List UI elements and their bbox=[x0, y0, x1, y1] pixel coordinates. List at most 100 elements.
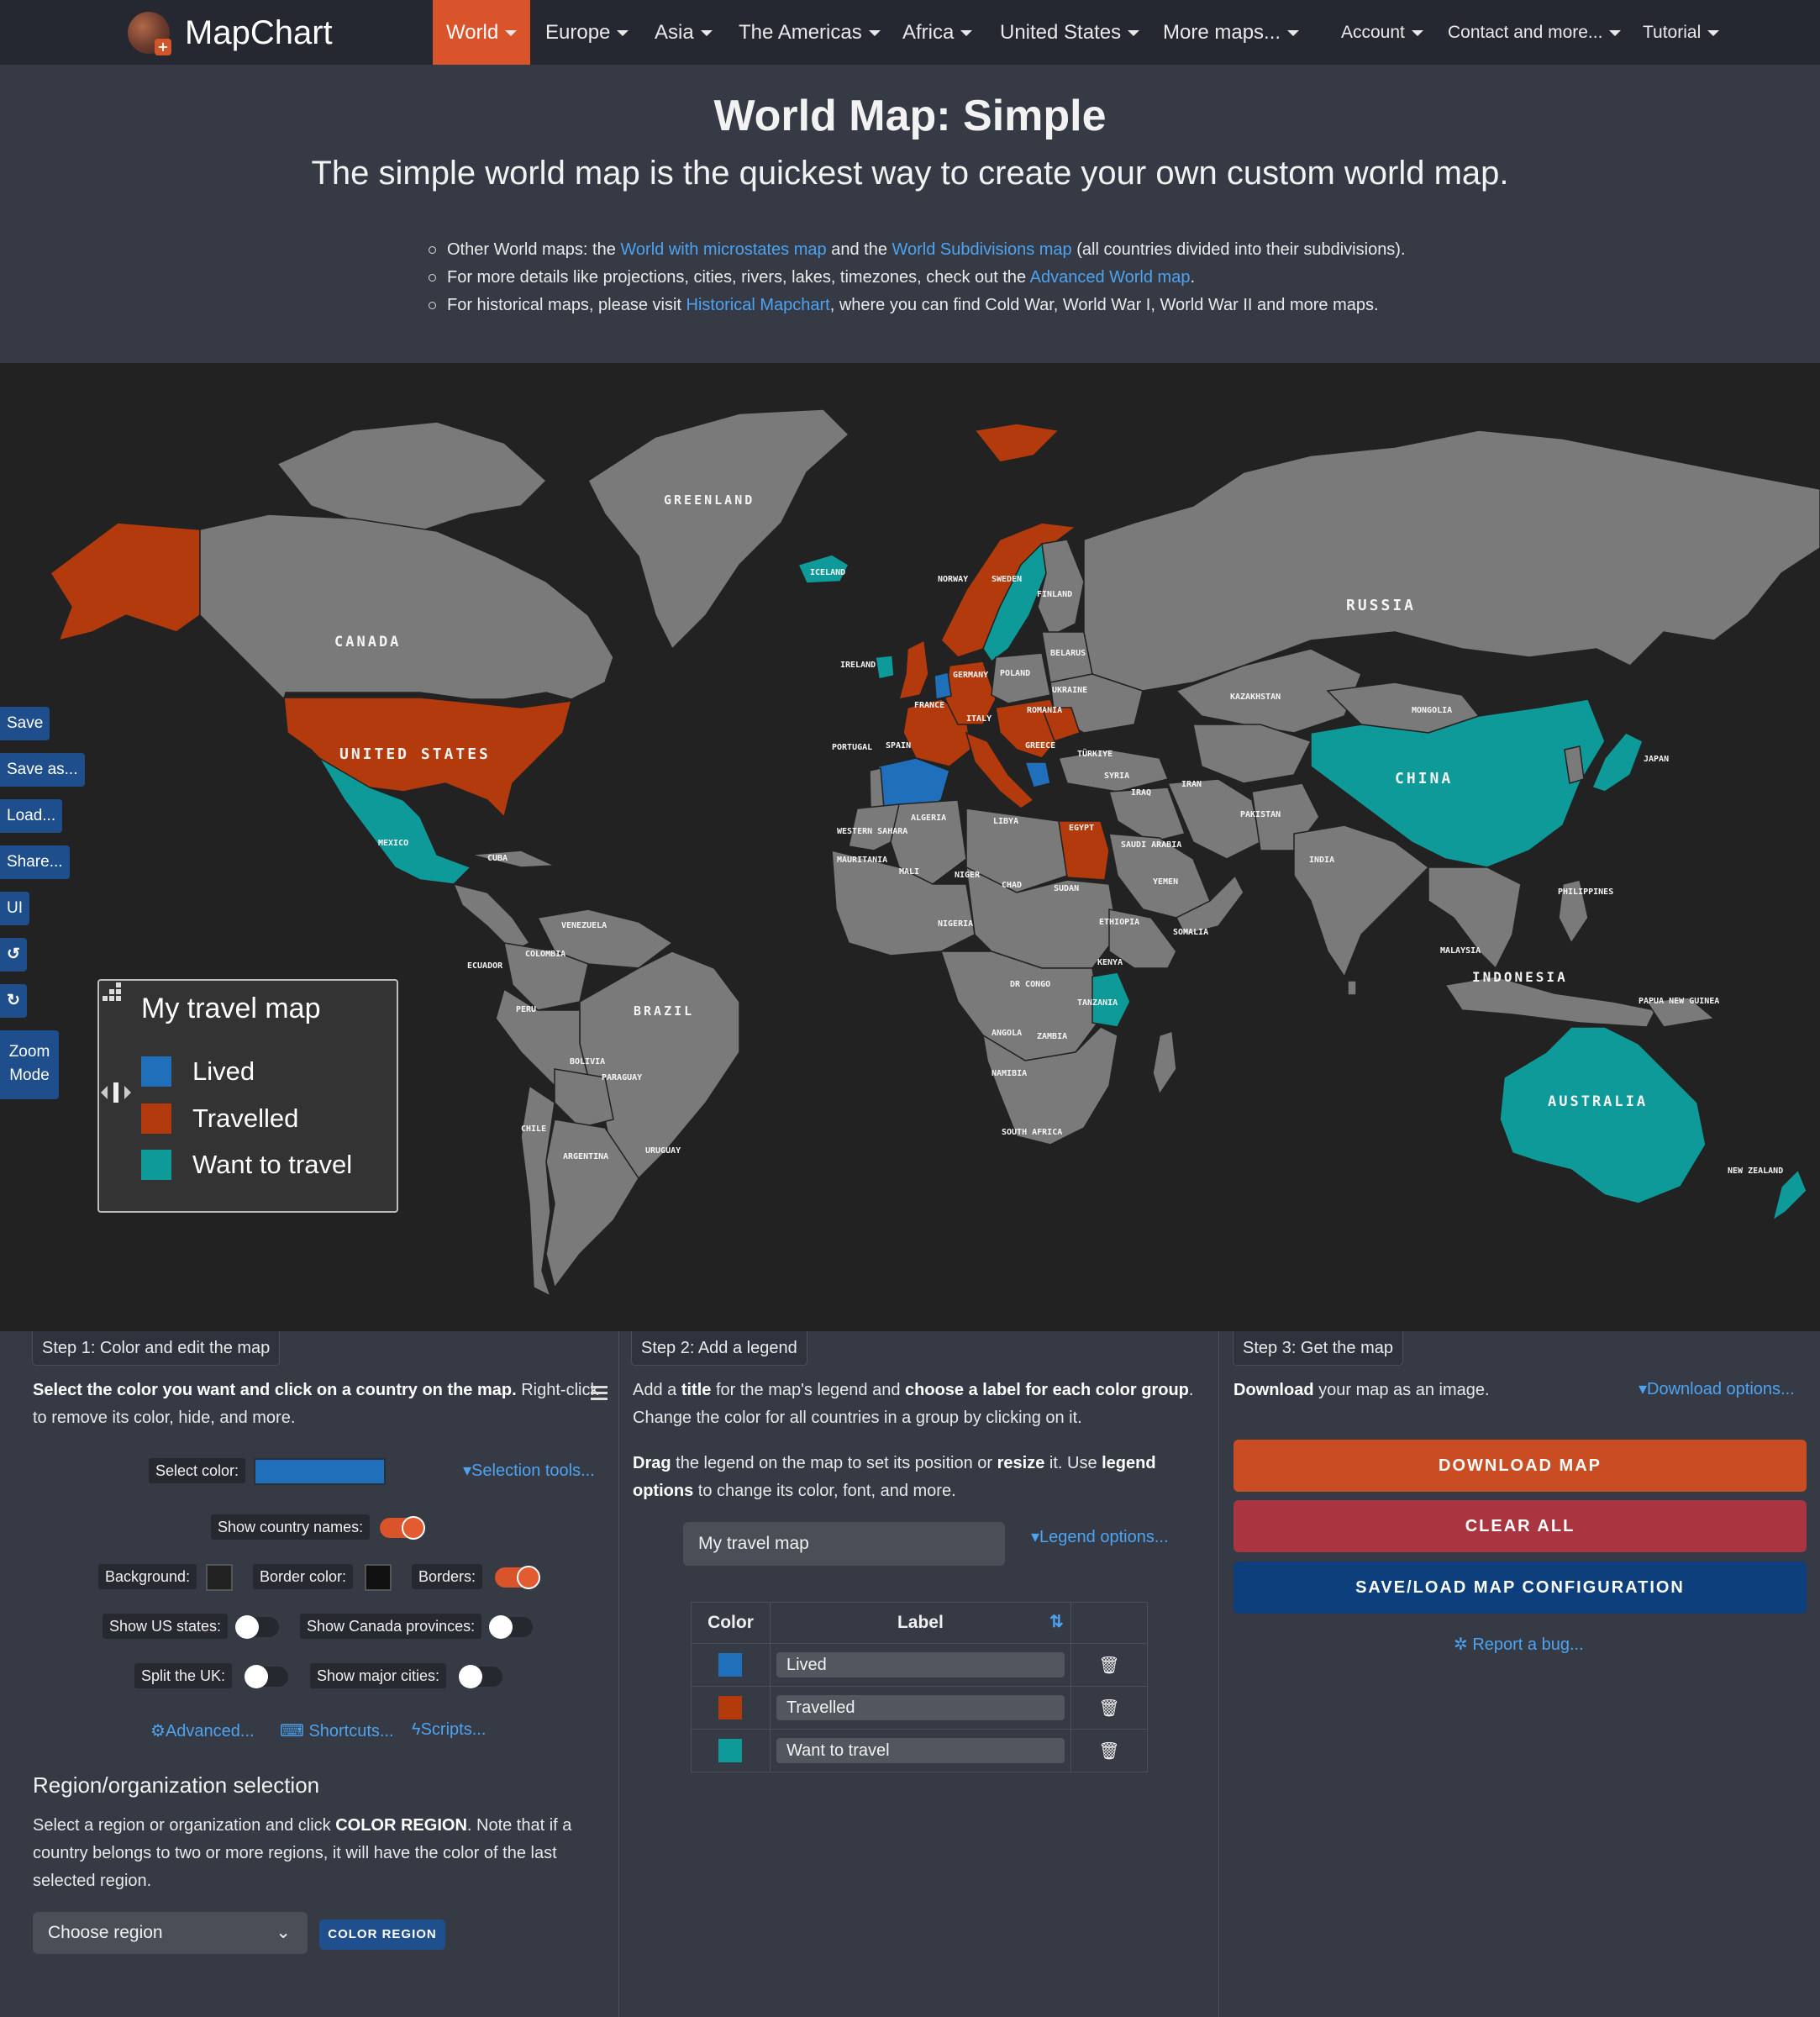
caret-down-icon bbox=[1707, 29, 1720, 36]
nav-africa[interactable]: Africa bbox=[902, 0, 973, 65]
label-italy: ITALY bbox=[966, 714, 992, 724]
nav-united-states[interactable]: United States bbox=[1000, 0, 1140, 65]
caret-down-icon bbox=[700, 30, 713, 37]
brand-logo[interactable]: + MapChart bbox=[128, 10, 333, 55]
nav-tutorial[interactable]: Tutorial bbox=[1643, 0, 1720, 65]
globe-logo-icon: + bbox=[128, 12, 171, 55]
label-tanzania: TANZANIA bbox=[1077, 998, 1118, 1008]
country-new-zealand[interactable] bbox=[1771, 1168, 1807, 1222]
bug-icon: ✲ bbox=[1454, 1635, 1473, 1654]
country-madagascar[interactable] bbox=[1152, 1030, 1177, 1096]
country-alaska[interactable] bbox=[49, 522, 201, 642]
label-cuba: CUBA bbox=[487, 854, 508, 863]
nav-contact[interactable]: Contact and more... bbox=[1448, 0, 1622, 65]
label-mexico: MEXICO bbox=[378, 839, 408, 848]
nav-americas[interactable]: The Americas bbox=[739, 0, 881, 65]
label-indonesia: INDONESIA bbox=[1472, 969, 1568, 985]
label-belarus: BELARUS bbox=[1050, 649, 1086, 658]
country-ireland[interactable] bbox=[875, 655, 895, 680]
link-subdivisions[interactable]: World Subdivisions map bbox=[892, 240, 1072, 259]
label-saudi: SAUDI ARABIA bbox=[1121, 840, 1181, 850]
link-microstates[interactable]: World with microstates map bbox=[620, 240, 826, 259]
tab-step3[interactable]: Step 3: Get the map bbox=[1233, 1331, 1403, 1366]
legend-item-lived: Lived bbox=[141, 1056, 255, 1087]
label-nz: NEW ZEALAND bbox=[1728, 1166, 1783, 1176]
map-legend[interactable]: My travel map Lived Travelled Want to tr… bbox=[97, 979, 398, 1213]
caret-down-icon bbox=[1287, 30, 1300, 37]
label-pakistan: PAKISTAN bbox=[1240, 810, 1281, 819]
undo-button[interactable]: ↺ bbox=[0, 938, 27, 972]
label-wsahara: WESTERN SAHARA bbox=[837, 827, 907, 836]
label-southafrica: SOUTH AFRICA bbox=[1002, 1128, 1062, 1137]
save-as-button[interactable]: Save as... bbox=[0, 753, 85, 787]
country-greece[interactable] bbox=[1023, 761, 1051, 788]
caret-down-icon bbox=[1609, 29, 1622, 36]
link-advanced-world[interactable]: Advanced World map bbox=[1030, 268, 1191, 287]
link-historical[interactable]: Historical Mapchart bbox=[686, 296, 830, 314]
save-load-config-button[interactable]: SAVE/LOAD MAP CONFIGURATION bbox=[1233, 1561, 1807, 1614]
zoom-mode-button[interactable]: Zoom Mode bbox=[0, 1030, 59, 1099]
plus-icon: + bbox=[155, 39, 171, 55]
label-greenland: GREENLAND bbox=[664, 492, 755, 508]
label-ethiopia: ETHIOPIA bbox=[1099, 918, 1139, 927]
label-portugal: PORTUGAL bbox=[832, 743, 872, 752]
country-canada-islands[interactable] bbox=[276, 421, 548, 532]
label-syria: SYRIA bbox=[1104, 772, 1129, 781]
redo-button[interactable]: ↻ bbox=[0, 984, 27, 1018]
label-argentina: ARGENTINA bbox=[563, 1152, 608, 1161]
legend-swatch bbox=[141, 1056, 171, 1087]
region-central-america[interactable] bbox=[452, 882, 531, 952]
bullet-historical: For historical maps, please visit Histor… bbox=[427, 292, 1406, 319]
bullet-advanced: For more details like projections, citie… bbox=[427, 264, 1406, 292]
step3-description: Download your map as an image. bbox=[1233, 1381, 1490, 1399]
label-canada: CANADA bbox=[334, 634, 401, 650]
country-greenland[interactable] bbox=[587, 408, 850, 650]
label-png: PAPUA NEW GUINEA bbox=[1639, 997, 1719, 1006]
nav-account[interactable]: Account bbox=[1341, 0, 1423, 65]
label-zambia: ZAMBIA bbox=[1037, 1032, 1067, 1041]
country-russia[interactable] bbox=[1083, 429, 1820, 692]
country-svalbard[interactable] bbox=[973, 423, 1060, 463]
country-finland[interactable] bbox=[1037, 539, 1085, 638]
report-bug-link[interactable]: ✲ Report a bug... bbox=[1454, 1634, 1584, 1655]
caret-down-icon: ▾ bbox=[1639, 1380, 1648, 1398]
nav-more-maps[interactable]: More maps... bbox=[1163, 0, 1300, 65]
label-colombia: COLOMBIA bbox=[525, 950, 565, 959]
resize-arrows-icon[interactable] bbox=[99, 1080, 133, 1105]
country-benelux[interactable] bbox=[934, 671, 952, 700]
caret-down-icon bbox=[868, 30, 881, 37]
country-canada[interactable] bbox=[199, 513, 614, 701]
label-nigeria: NIGERIA bbox=[938, 919, 973, 929]
label-kenya: KENYA bbox=[1097, 958, 1123, 967]
country-cuba[interactable] bbox=[470, 850, 555, 868]
resize-handle-icon[interactable] bbox=[99, 981, 124, 1006]
label-japan: JAPAN bbox=[1644, 755, 1669, 764]
nav-asia[interactable]: Asia bbox=[655, 0, 713, 65]
label-greece: GREECE bbox=[1025, 741, 1055, 750]
country-poland[interactable] bbox=[991, 652, 1051, 704]
country-turkey[interactable] bbox=[1058, 749, 1170, 793]
nav-world[interactable]: World bbox=[433, 0, 531, 65]
legend-title: My travel map bbox=[141, 993, 321, 1024]
label-finland: FINLAND bbox=[1037, 590, 1072, 599]
download-options-link[interactable]: ▾Download options... bbox=[1639, 1378, 1795, 1399]
clear-all-button[interactable]: CLEAR ALL bbox=[1233, 1500, 1807, 1552]
save-button[interactable]: Save bbox=[0, 707, 50, 740]
nav-europe[interactable]: Europe bbox=[545, 0, 629, 65]
label-sudan: SUDAN bbox=[1054, 884, 1079, 893]
caret-down-icon bbox=[1128, 30, 1140, 37]
country-sri-lanka[interactable] bbox=[1347, 980, 1357, 996]
label-romania: ROMANIA bbox=[1027, 706, 1062, 715]
share-button[interactable]: Share... bbox=[0, 845, 70, 879]
top-navbar: + MapChart World Europe Asia The America… bbox=[0, 0, 1820, 65]
load-button[interactable]: Load... bbox=[0, 799, 63, 833]
label-sweden: SWEDEN bbox=[992, 575, 1022, 584]
download-map-button[interactable]: DOWNLOAD MAP bbox=[1233, 1440, 1807, 1492]
country-uk[interactable] bbox=[897, 639, 929, 700]
country-australia[interactable] bbox=[1499, 1026, 1707, 1204]
label-ecuador: ECUADOR bbox=[467, 961, 503, 971]
ui-button[interactable]: UI bbox=[0, 892, 29, 925]
country-india[interactable] bbox=[1293, 824, 1430, 978]
world-map[interactable]: GREENLAND CANADA UNITED STATES MEXICO CU… bbox=[0, 363, 1820, 1331]
label-egypt: EGYPT bbox=[1069, 824, 1094, 833]
